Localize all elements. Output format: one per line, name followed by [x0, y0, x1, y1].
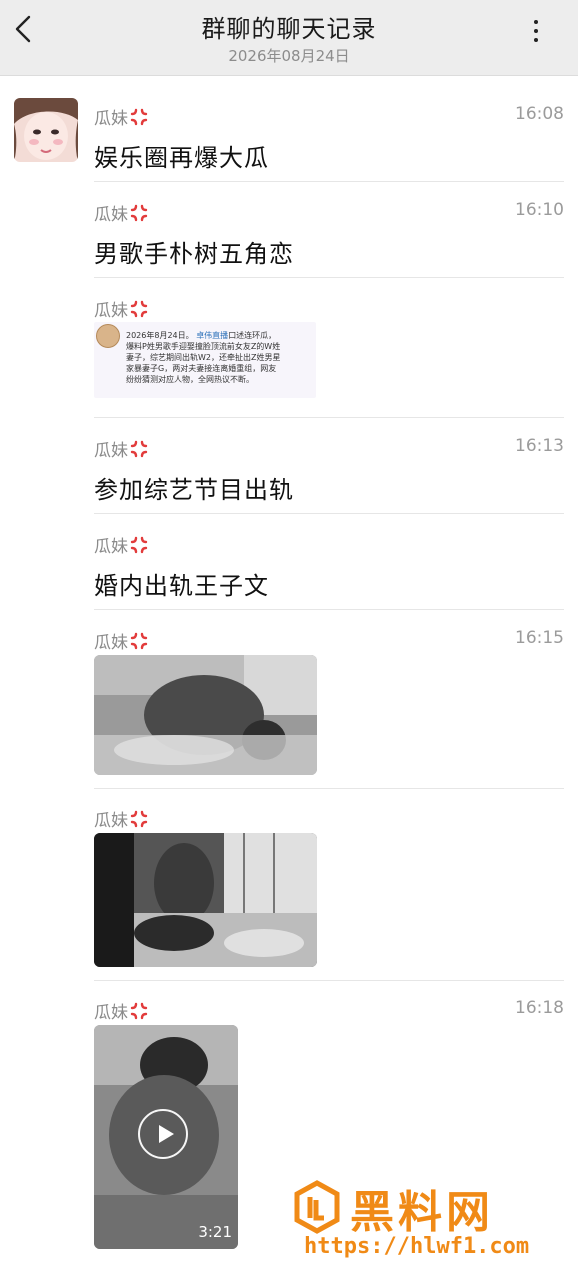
- watermark: 黑料网 https://hlwf1.com: [290, 1176, 560, 1266]
- play-icon[interactable]: [138, 1109, 188, 1159]
- anger-emoji-icon: [130, 300, 148, 317]
- sender-name: 瓜妹: [94, 998, 148, 1023]
- video-thumbnail[interactable]: 3:21: [94, 1025, 238, 1249]
- chat-message: 瓜妹 婚内出轨王子文: [94, 532, 564, 602]
- divider: [94, 181, 564, 182]
- divider: [94, 980, 564, 981]
- message-time: 16:15: [515, 628, 564, 648]
- message-text[interactable]: 男歌手朴树五角恋: [94, 234, 294, 269]
- avatar[interactable]: [14, 98, 78, 162]
- anger-emoji-icon: [130, 204, 148, 221]
- watermark-logo-icon: [294, 1180, 340, 1234]
- photo-thumbnail[interactable]: [94, 655, 317, 775]
- chat-message: 瓜妹 16:08 娱乐圈再爆大瓜: [94, 104, 564, 174]
- more-vertical-icon[interactable]: [532, 20, 540, 48]
- news-image[interactable]: 2026年8月24日。 卓伟直播口述连环瓜， 爆料P姓男歌手迎娶撞脸顶流前女友Z…: [94, 322, 316, 398]
- video-duration: 3:21: [198, 1223, 232, 1241]
- message-time: 16:08: [515, 104, 564, 124]
- anger-emoji-icon: [130, 1002, 148, 1019]
- divider: [94, 277, 564, 278]
- news-avatar: [96, 324, 120, 348]
- anger-emoji-icon: [130, 810, 148, 827]
- divider: [94, 513, 564, 514]
- page-title: 群聊的聊天记录: [201, 15, 377, 43]
- message-text[interactable]: 婚内出轨王子文: [94, 566, 269, 601]
- sender-name: 瓜妹: [94, 436, 148, 461]
- anger-emoji-icon: [130, 632, 148, 649]
- sender-name: 瓜妹: [94, 200, 148, 225]
- sender-name: 瓜妹: [94, 532, 148, 557]
- message-time: 16:13: [515, 436, 564, 456]
- watermark-brand: 黑料网: [350, 1187, 494, 1238]
- message-time: 16:10: [515, 200, 564, 220]
- divider: [94, 788, 564, 789]
- chat-message: 瓜妹: [94, 806, 564, 971]
- chat-message: 瓜妹 16:15: [94, 628, 564, 778]
- news-text: 2026年8月24日。 卓伟直播口述连环瓜， 爆料P姓男歌手迎娶撞脸顶流前女友Z…: [126, 331, 281, 384]
- sender-name: 瓜妹: [94, 104, 148, 129]
- divider: [94, 609, 564, 610]
- divider: [94, 417, 564, 418]
- sender-name: 瓜妹: [94, 628, 148, 653]
- photo-thumbnail[interactable]: [94, 833, 317, 967]
- sender-name: 瓜妹: [94, 806, 148, 831]
- page-date: 2026年08月24日: [228, 47, 350, 65]
- message-text[interactable]: 参加综艺节目出轨: [94, 470, 294, 505]
- chat-message: 瓜妹 16:10 男歌手朴树五角恋: [94, 200, 564, 270]
- anger-emoji-icon: [130, 108, 148, 125]
- watermark-url: https://hlwf1.com: [304, 1234, 530, 1259]
- message-text[interactable]: 娱乐圈再爆大瓜: [94, 138, 269, 173]
- message-time: 16:18: [515, 998, 564, 1018]
- top-bar: 群聊的聊天记录 2026年08月24日: [0, 0, 578, 76]
- chat-message: 瓜妹 2026年8月24日。 卓伟直播口述连环瓜， 爆料P姓男歌手迎娶撞脸顶流前…: [94, 296, 564, 406]
- anger-emoji-icon: [130, 440, 148, 457]
- anger-emoji-icon: [130, 536, 148, 553]
- sender-name: 瓜妹: [94, 296, 148, 321]
- chat-message: 瓜妹 16:13 参加综艺节目出轨: [94, 436, 564, 506]
